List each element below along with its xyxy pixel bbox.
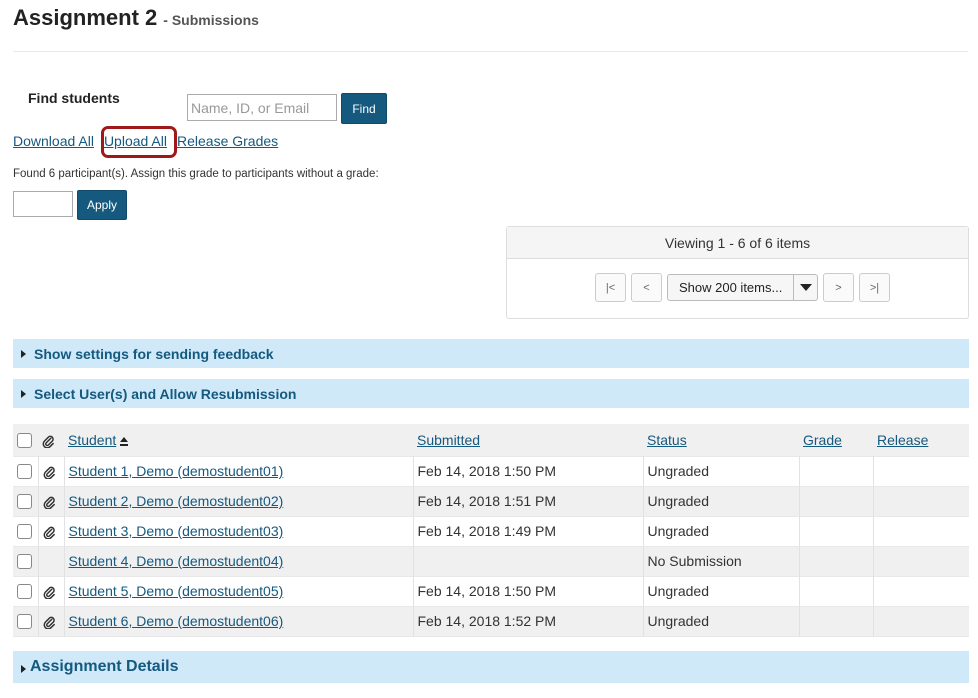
find-button[interactable]: Find [341,93,387,124]
upload-all-link[interactable]: Upload All [104,133,167,149]
status-cell: Ungraded [643,456,800,486]
resubmission-toggle[interactable]: Select User(s) and Allow Resubmission [13,379,969,408]
paperclip-icon[interactable] [43,526,56,539]
release-cell [873,516,969,546]
next-page-button[interactable]: > [823,273,854,302]
paperclip-icon[interactable] [43,466,56,479]
release-grades-link[interactable]: Release Grades [177,133,278,149]
page-size-value: Show 200 items... [679,280,783,295]
student-link[interactable]: Student 2, Demo (demostudent02) [69,493,284,509]
row-checkbox[interactable] [17,494,32,510]
title-divider [13,51,968,52]
submitted-cell [413,546,644,576]
participants-found-text: Found 6 participant(s). Assign this grad… [13,168,379,180]
status-cell: No Submission [643,546,800,576]
sort-status-header[interactable]: Status [647,432,687,448]
status-cell: Ungraded [643,486,800,516]
viewing-count: Viewing 1 - 6 of 6 items [507,227,968,259]
grade-cell [799,576,874,606]
row-checkbox[interactable] [17,614,32,630]
caret-right-icon [21,389,26,398]
student-link[interactable]: Student 4, Demo (demostudent04) [69,553,284,569]
paperclip-icon[interactable] [43,616,56,629]
student-link[interactable]: Student 6, Demo (demostudent06) [69,613,284,629]
prev-page-button[interactable]: < [631,273,662,302]
row-checkbox[interactable] [17,584,32,600]
student-link[interactable]: Student 1, Demo (demostudent01) [69,463,284,479]
feedback-settings-toggle[interactable]: Show settings for sending feedback [13,339,969,368]
table-row: Student 1, Demo (demostudent01) Feb 14, 2… [13,456,969,486]
grade-cell [799,516,874,546]
release-cell [873,546,969,576]
sort-submitted-header[interactable]: Submitted [417,432,480,448]
sort-release-header[interactable]: Release [877,432,928,448]
submitted-cell: Feb 14, 2018 1:49 PM [413,516,644,546]
pager-panel: Viewing 1 - 6 of 6 items |< < Show 200 i… [506,226,969,319]
sort-ascending-icon [120,436,129,446]
row-checkbox[interactable] [17,464,32,480]
status-cell: Ungraded [643,606,800,636]
submitted-cell: Feb 14, 2018 1:50 PM [413,456,644,486]
page-title: Assignment 2 - Submissions [13,5,259,31]
grade-cell [799,456,874,486]
release-cell [873,486,969,516]
action-links: Download All Upload All Release Grades [13,133,288,149]
table-row: Student 5, Demo (demostudent05) Feb 14, 2… [13,576,969,606]
search-input[interactable] [187,94,337,121]
row-checkbox[interactable] [17,524,32,540]
submitted-cell: Feb 14, 2018 1:52 PM [413,606,644,636]
sort-grade-header[interactable]: Grade [803,432,842,448]
table-row: Student 4, Demo (demostudent04) No Submis… [13,546,969,576]
default-grade-input[interactable] [13,191,73,217]
assignment-details-label: Assignment Details [30,658,179,675]
status-cell: Ungraded [643,516,800,546]
caret-right-icon [21,665,26,673]
find-students-label: Find students [28,90,120,106]
download-all-link[interactable]: Download All [13,133,94,149]
table-row: Student 6, Demo (demostudent06) Feb 14, 2… [13,606,969,636]
student-link[interactable]: Student 5, Demo (demostudent05) [69,583,284,599]
status-cell: Ungraded [643,576,800,606]
submitted-cell: Feb 14, 2018 1:51 PM [413,486,644,516]
select-all-checkbox[interactable] [17,433,32,449]
assignment-title: Assignment 2 [13,5,158,30]
sort-student-header[interactable]: Student [68,432,116,448]
row-checkbox[interactable] [17,554,32,570]
caret-right-icon [21,349,26,358]
feedback-settings-label: Show settings for sending feedback [34,345,274,362]
submitted-cell: Feb 14, 2018 1:50 PM [413,576,644,606]
assignment-details-toggle[interactable]: Assignment Details [13,651,969,683]
table-header-row: Student Submitted Status Grade Release [13,424,969,456]
release-cell [873,576,969,606]
grade-cell [799,606,874,636]
grade-cell [799,486,874,516]
page-subtitle: - Submissions [163,12,259,28]
chevron-down-icon[interactable] [793,275,817,300]
grade-cell [799,546,874,576]
pager-controls: |< < Show 200 items... > >| [595,273,890,302]
paperclip-icon[interactable] [43,586,56,599]
resubmission-label: Select User(s) and Allow Resubmission [34,385,297,402]
release-cell [873,456,969,486]
release-cell [873,606,969,636]
page-size-select[interactable]: Show 200 items... [667,274,818,301]
student-link[interactable]: Student 3, Demo (demostudent03) [69,523,284,539]
paperclip-icon [42,435,54,448]
submissions-table: Student Submitted Status Grade Release S… [13,424,969,637]
table-row: Student 3, Demo (demostudent03) Feb 14, 2… [13,516,969,546]
first-page-button[interactable]: |< [595,273,626,302]
apply-button[interactable]: Apply [77,190,127,220]
table-row: Student 2, Demo (demostudent02) Feb 14, 2… [13,486,969,516]
last-page-button[interactable]: >| [859,273,890,302]
paperclip-icon[interactable] [43,496,56,509]
